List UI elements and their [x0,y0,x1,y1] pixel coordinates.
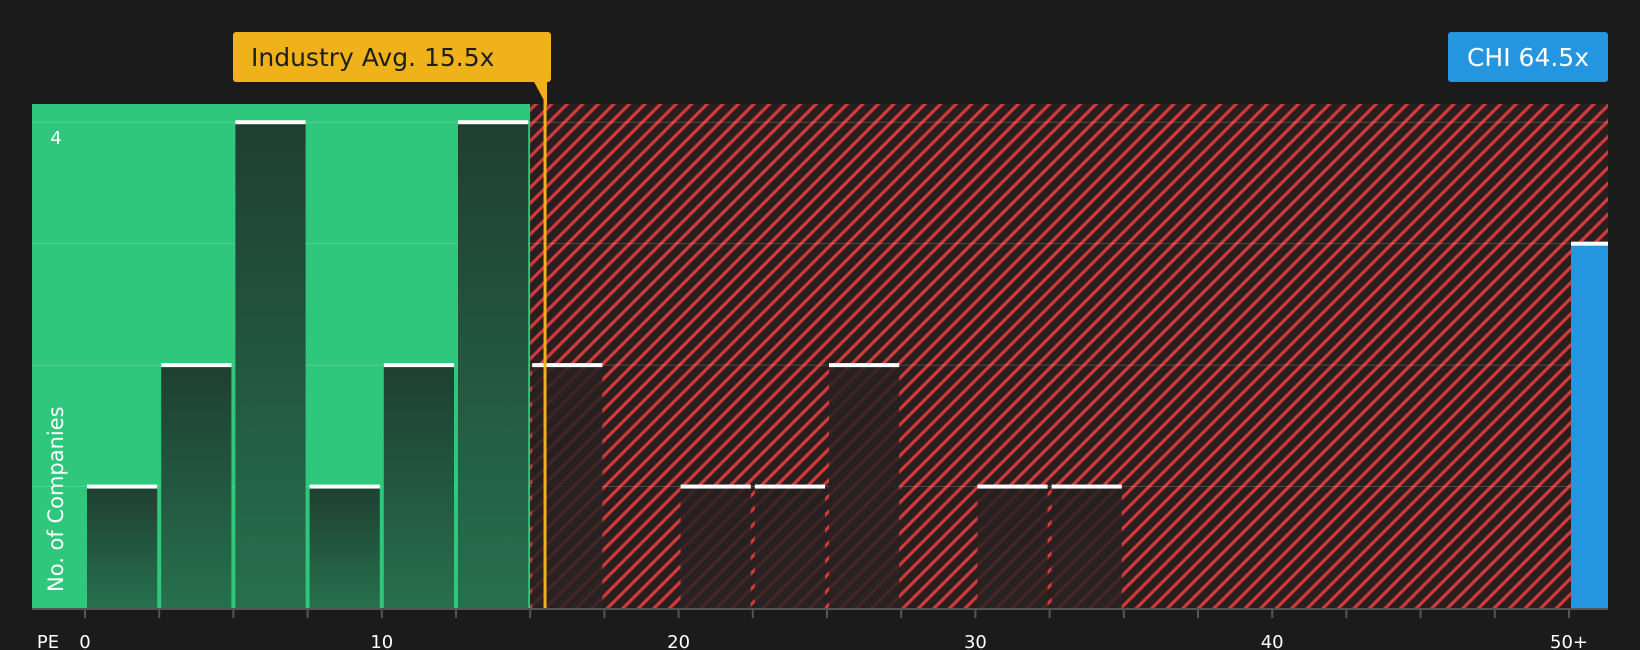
bar-cap [532,363,603,368]
industry-avg-pointer [533,80,548,106]
company-bar-cap [1571,241,1608,246]
bar-cap [754,484,825,489]
y-tick-label: 4 [50,128,61,149]
bar-cap [829,363,900,368]
bar-cap [977,484,1048,489]
bar-cap [458,120,529,125]
industry-avg-callout: Industry Avg. 15.5x [233,32,551,82]
histogram-bar [383,365,454,608]
histogram-bar [829,365,900,608]
histogram-bar [309,486,380,608]
histogram-bar [458,122,529,609]
x-tick-label: 50+ [1550,632,1588,650]
histogram-bar [532,365,603,608]
bar-cap [87,484,158,489]
bar-cap [309,484,380,489]
bar-cap [1051,484,1122,489]
x-tick-label: 0 [79,632,90,650]
histogram-bar [680,486,751,608]
company-pe-callout: CHI 64.5x [1448,32,1608,82]
bar-cap [680,484,751,489]
histogram-bar [754,486,825,608]
bar-cap [235,120,306,125]
bar-cap [161,363,232,368]
x-axis-ticks: 0 10 20 30 40 50+ [79,609,1588,650]
x-axis-label: PE [37,632,59,650]
company-bar [1571,243,1608,608]
x-tick-label: 20 [667,632,690,650]
x-tick-label: 30 [964,632,987,650]
histogram-bar [977,486,1048,608]
histogram-bar [87,486,158,608]
histogram-bar [1051,486,1122,608]
histogram-bar [235,122,306,609]
bar-cap [383,363,454,368]
y-axis-label: No. of Companies [44,406,68,592]
pe-distribution-chart: 0 10 20 30 40 50+ PE 4 No. of Companies [32,80,1609,650]
histogram-bar [161,365,232,608]
x-tick-label: 40 [1261,632,1284,650]
x-tick-label: 10 [370,632,393,650]
